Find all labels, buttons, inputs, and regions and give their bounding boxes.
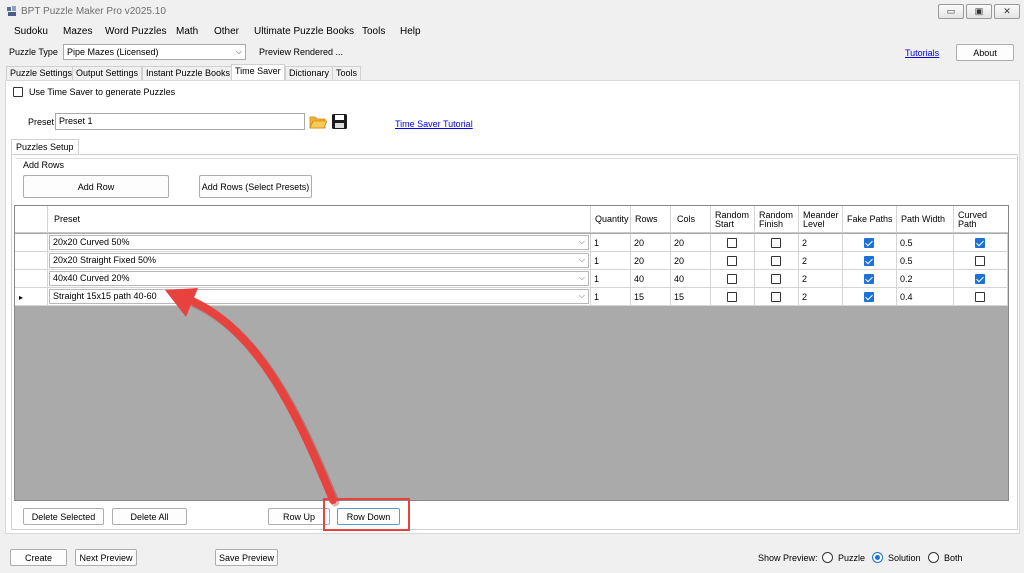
save-preview-button[interactable]: Save Preview xyxy=(215,549,278,566)
radio-solution-label: Solution xyxy=(888,553,921,563)
radio-solution[interactable] xyxy=(872,552,883,563)
delete-selected-button[interactable]: Delete Selected xyxy=(23,508,104,525)
create-button[interactable]: Create xyxy=(10,549,67,566)
radio-both-label: Both xyxy=(944,553,963,563)
show-preview-label: Show Preview: xyxy=(758,553,818,563)
delete-all-button[interactable]: Delete All xyxy=(112,508,187,525)
highlight-box xyxy=(323,498,410,531)
next-preview-button[interactable]: Next Preview xyxy=(75,549,137,566)
row-up-button[interactable]: Row Up xyxy=(268,508,330,525)
radio-puzzle-label: Puzzle xyxy=(838,553,866,563)
radio-puzzle[interactable] xyxy=(822,552,833,563)
annotation-arrow xyxy=(165,288,340,507)
radio-both[interactable] xyxy=(928,552,939,563)
